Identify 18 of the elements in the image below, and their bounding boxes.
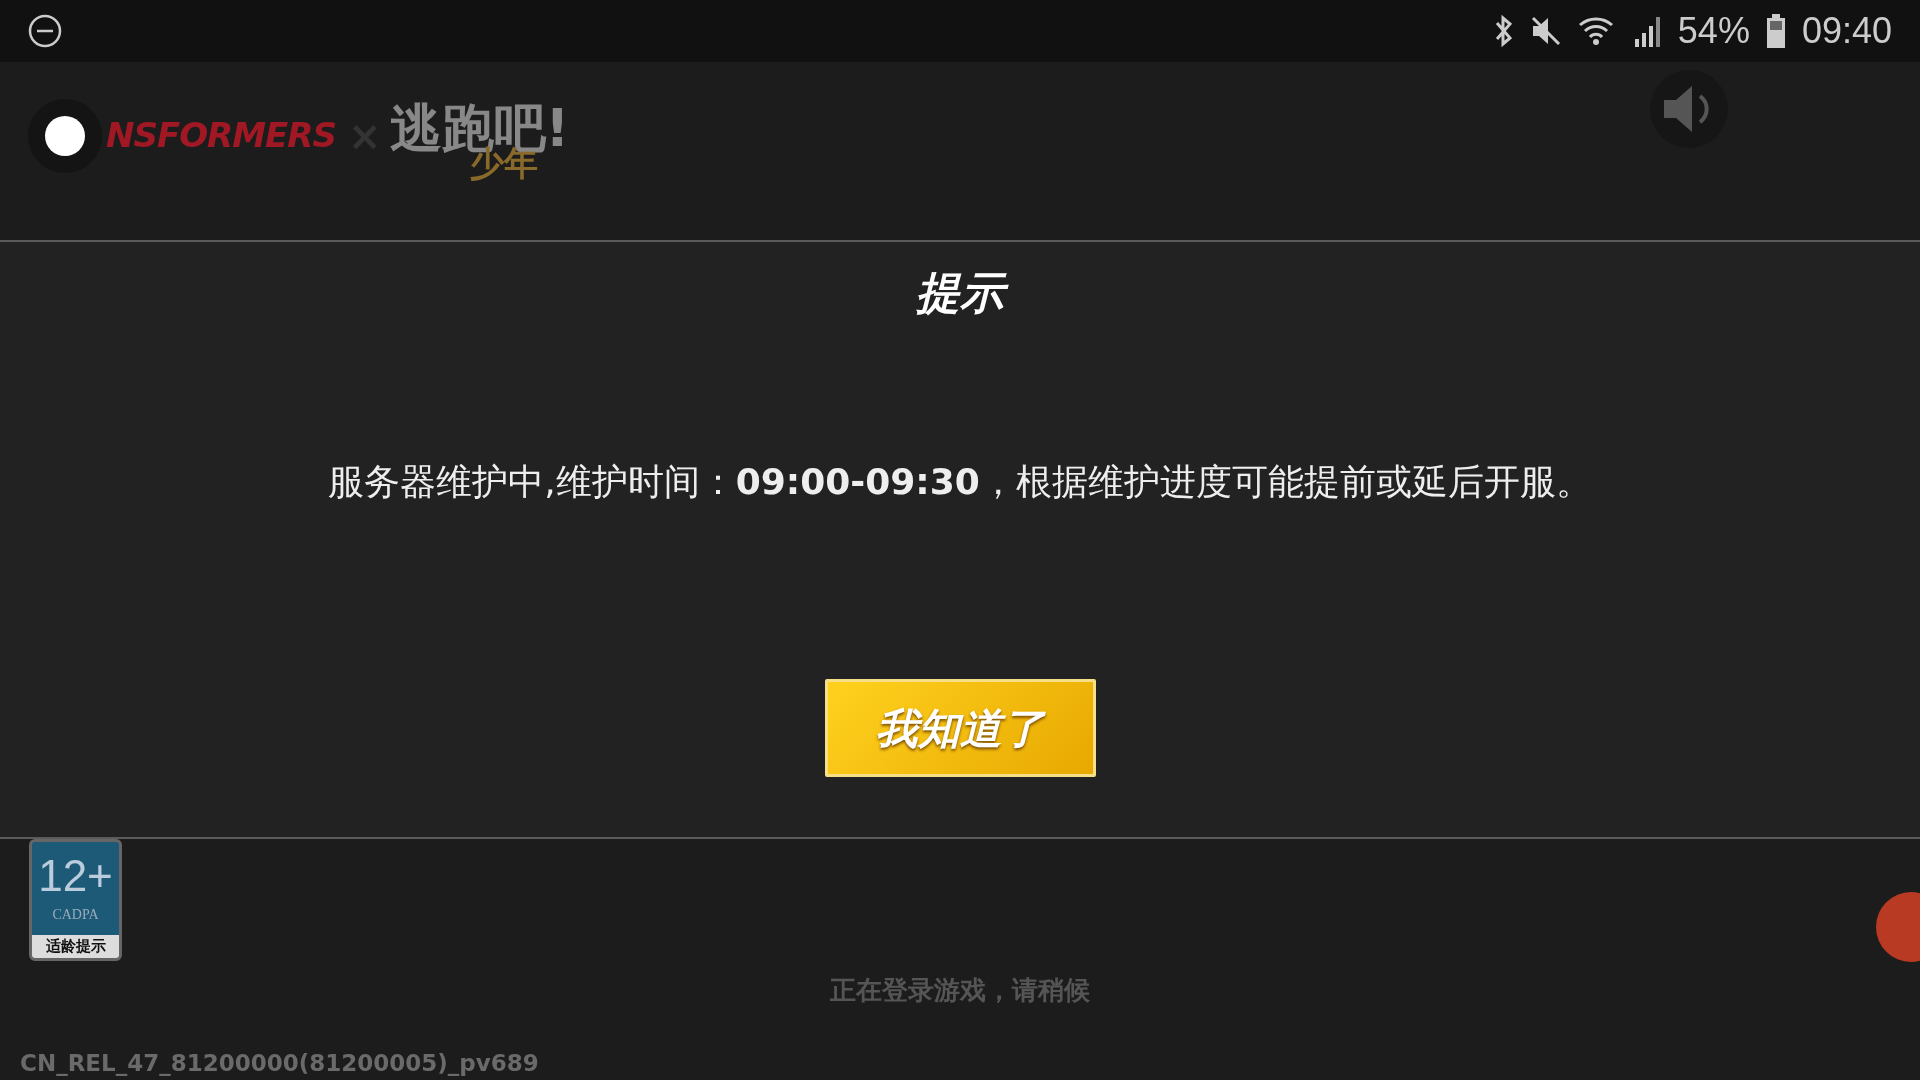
battery-icon	[1765, 14, 1786, 48]
version-text: CN_REL_47_81200000(81200005)_pv689	[20, 1048, 540, 1078]
logo-text: NSFORMERS	[106, 114, 337, 158]
age-rating: 12+	[38, 853, 113, 898]
signal-icon	[1633, 15, 1662, 47]
rating-org: CADPA	[52, 905, 99, 924]
floating-ball-icon[interactable]	[45, 115, 85, 156]
battery-percent: 54%	[1677, 9, 1750, 53]
rating-caption: 适龄提示	[32, 935, 119, 958]
muted-speaker-icon	[1529, 15, 1562, 47]
dialog-message: 服务器维护中,维护时间：09:00-09:30，根据维护进度可能提前或延后开服。	[328, 460, 1592, 505]
dialog-title: 提示	[908, 259, 1012, 326]
ok-button[interactable]: 我知道了	[824, 679, 1096, 778]
loading-text: 正在登录游戏，请稍候	[829, 973, 1091, 1007]
bluetooth-icon	[1493, 14, 1514, 48]
logo-cross: ×	[348, 111, 382, 161]
clock: 09:40	[1801, 9, 1892, 53]
minus-circle-icon[interactable]	[28, 14, 62, 48]
